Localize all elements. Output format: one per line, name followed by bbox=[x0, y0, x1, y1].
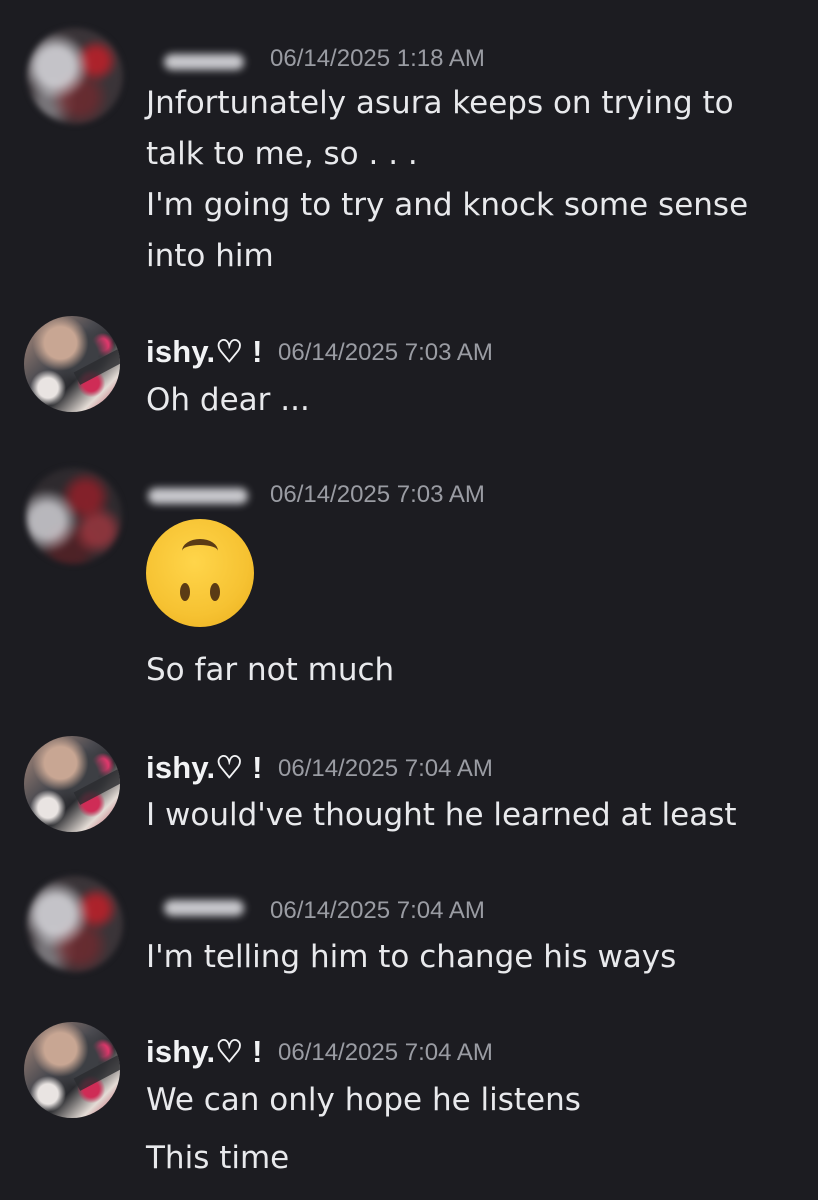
avatar-ishy[interactable] bbox=[24, 1022, 120, 1118]
message-timestamp: 06/14/2025 7:04 AM bbox=[270, 897, 485, 924]
avatar-redacted[interactable] bbox=[27, 28, 123, 124]
message-timestamp: 06/14/2025 7:03 AM bbox=[278, 339, 493, 366]
upside-down-face-emoji-icon bbox=[146, 519, 254, 627]
avatar-redacted[interactable] bbox=[27, 876, 123, 972]
message-timestamp: 06/14/2025 7:03 AM bbox=[270, 481, 485, 508]
username-ishy[interactable]: ishy.♡ ! bbox=[146, 334, 263, 370]
message-text: We can only hope he listens bbox=[146, 1082, 581, 1118]
avatar-ishy[interactable] bbox=[24, 736, 120, 832]
message-text: Jnfortunately asura keeps on trying to bbox=[146, 85, 734, 121]
message-text: This time bbox=[146, 1140, 290, 1176]
avatar-ishy[interactable] bbox=[24, 316, 120, 412]
message-timestamp: 06/14/2025 1:18 AM bbox=[270, 45, 485, 72]
message-text: into him bbox=[146, 238, 274, 274]
avatar-redacted[interactable] bbox=[26, 468, 122, 564]
redacted-username bbox=[164, 900, 244, 916]
username-ishy[interactable]: ishy.♡ ! bbox=[146, 750, 263, 786]
message-text: I'm telling him to change his ways bbox=[146, 939, 677, 975]
username-ishy[interactable]: ishy.♡ ! bbox=[146, 1034, 263, 1070]
message-text: I would've thought he learned at least bbox=[146, 797, 737, 833]
message-timestamp: 06/14/2025 7:04 AM bbox=[278, 1039, 493, 1066]
message-text: talk to me, so . . . bbox=[146, 136, 418, 172]
redacted-username bbox=[164, 54, 244, 70]
redacted-username bbox=[148, 488, 248, 504]
message-text: I'm going to try and knock some sense bbox=[146, 187, 749, 223]
message-timestamp: 06/14/2025 7:04 AM bbox=[278, 755, 493, 782]
message-text: So far not much bbox=[146, 652, 395, 688]
message-text: Oh dear ... bbox=[146, 382, 310, 418]
